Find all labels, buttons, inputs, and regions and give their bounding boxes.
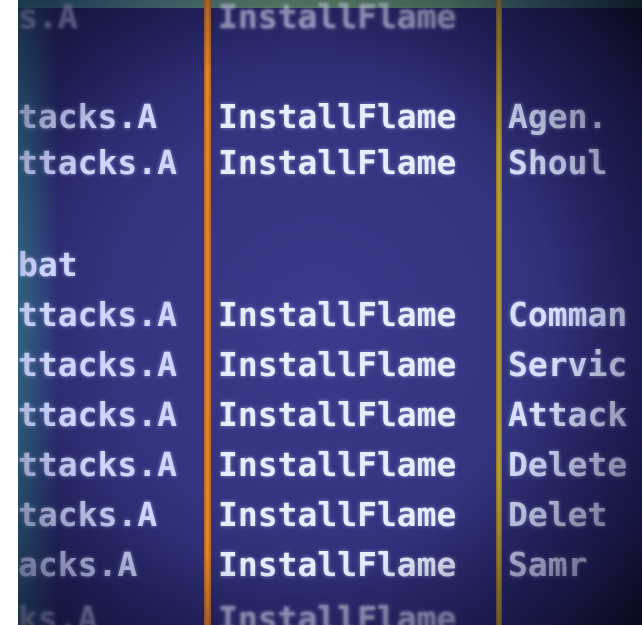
text-row: s.A InstallFlame xyxy=(18,0,642,42)
text-row: tacks.A InstallFlame Delet xyxy=(18,490,642,540)
column-3-text: Servic xyxy=(508,345,628,384)
column-1-text: ks.A xyxy=(18,599,98,625)
orange-column-divider xyxy=(204,0,211,625)
text-row xyxy=(18,184,642,234)
yellow-column-divider xyxy=(496,0,502,625)
column-3-text: Comman xyxy=(508,295,628,334)
column-2-text: InstallFlame xyxy=(218,143,457,182)
text-row: ttacks.A InstallFlame Delete xyxy=(18,440,642,490)
terminal-text: s.A InstallFlame tacks.A InstallFlame Ag… xyxy=(18,0,642,625)
column-1-text: s.A xyxy=(18,0,78,36)
column-1-text: ttacks.A xyxy=(18,395,177,434)
column-1-text: acks.A xyxy=(18,545,138,584)
text-row: bat xyxy=(18,240,642,290)
column-2-text: InstallFlame xyxy=(218,495,457,534)
column-2-text: InstallFlame xyxy=(218,599,457,625)
text-row: ttacks.A InstallFlame Shoul xyxy=(18,138,642,188)
text-row: tacks.A InstallFlame Agen. xyxy=(18,92,642,142)
column-1-text: bat xyxy=(18,245,78,284)
text-row: acks.A InstallFlame Samr xyxy=(18,540,642,590)
column-3-text: Delet xyxy=(508,495,608,534)
column-3-text: Delete xyxy=(508,445,628,484)
column-2-text: InstallFlame xyxy=(218,395,457,434)
column-1-text: ttacks.A xyxy=(18,143,177,182)
column-2-text: InstallFlame xyxy=(218,0,457,36)
column-2-text: InstallFlame xyxy=(218,295,457,334)
column-1-text: tacks.A xyxy=(18,97,158,136)
column-3-text: Attack xyxy=(508,395,628,434)
screen-photo: s.A InstallFlame tacks.A InstallFlame Ag… xyxy=(18,0,642,625)
column-1-text: ttacks.A xyxy=(18,295,177,334)
text-row: ttacks.A InstallFlame Attack xyxy=(18,390,642,440)
column-2-text: InstallFlame xyxy=(218,97,457,136)
column-3-text: Samr xyxy=(508,545,588,584)
column-3-text: Agen. xyxy=(508,97,608,136)
text-row: ttacks.A InstallFlame Servic xyxy=(18,340,642,390)
text-row: ks.A InstallFlame xyxy=(18,594,642,625)
column-2-text: InstallFlame xyxy=(218,545,457,584)
column-1-text: ttacks.A xyxy=(18,345,177,384)
column-1-text: tacks.A xyxy=(18,495,158,534)
column-3-text: Shoul xyxy=(508,143,608,182)
column-2-text: InstallFlame xyxy=(218,445,457,484)
column-1-text: ttacks.A xyxy=(18,445,177,484)
column-2-text: InstallFlame xyxy=(218,345,457,384)
text-row: ttacks.A InstallFlame Comman xyxy=(18,290,642,340)
